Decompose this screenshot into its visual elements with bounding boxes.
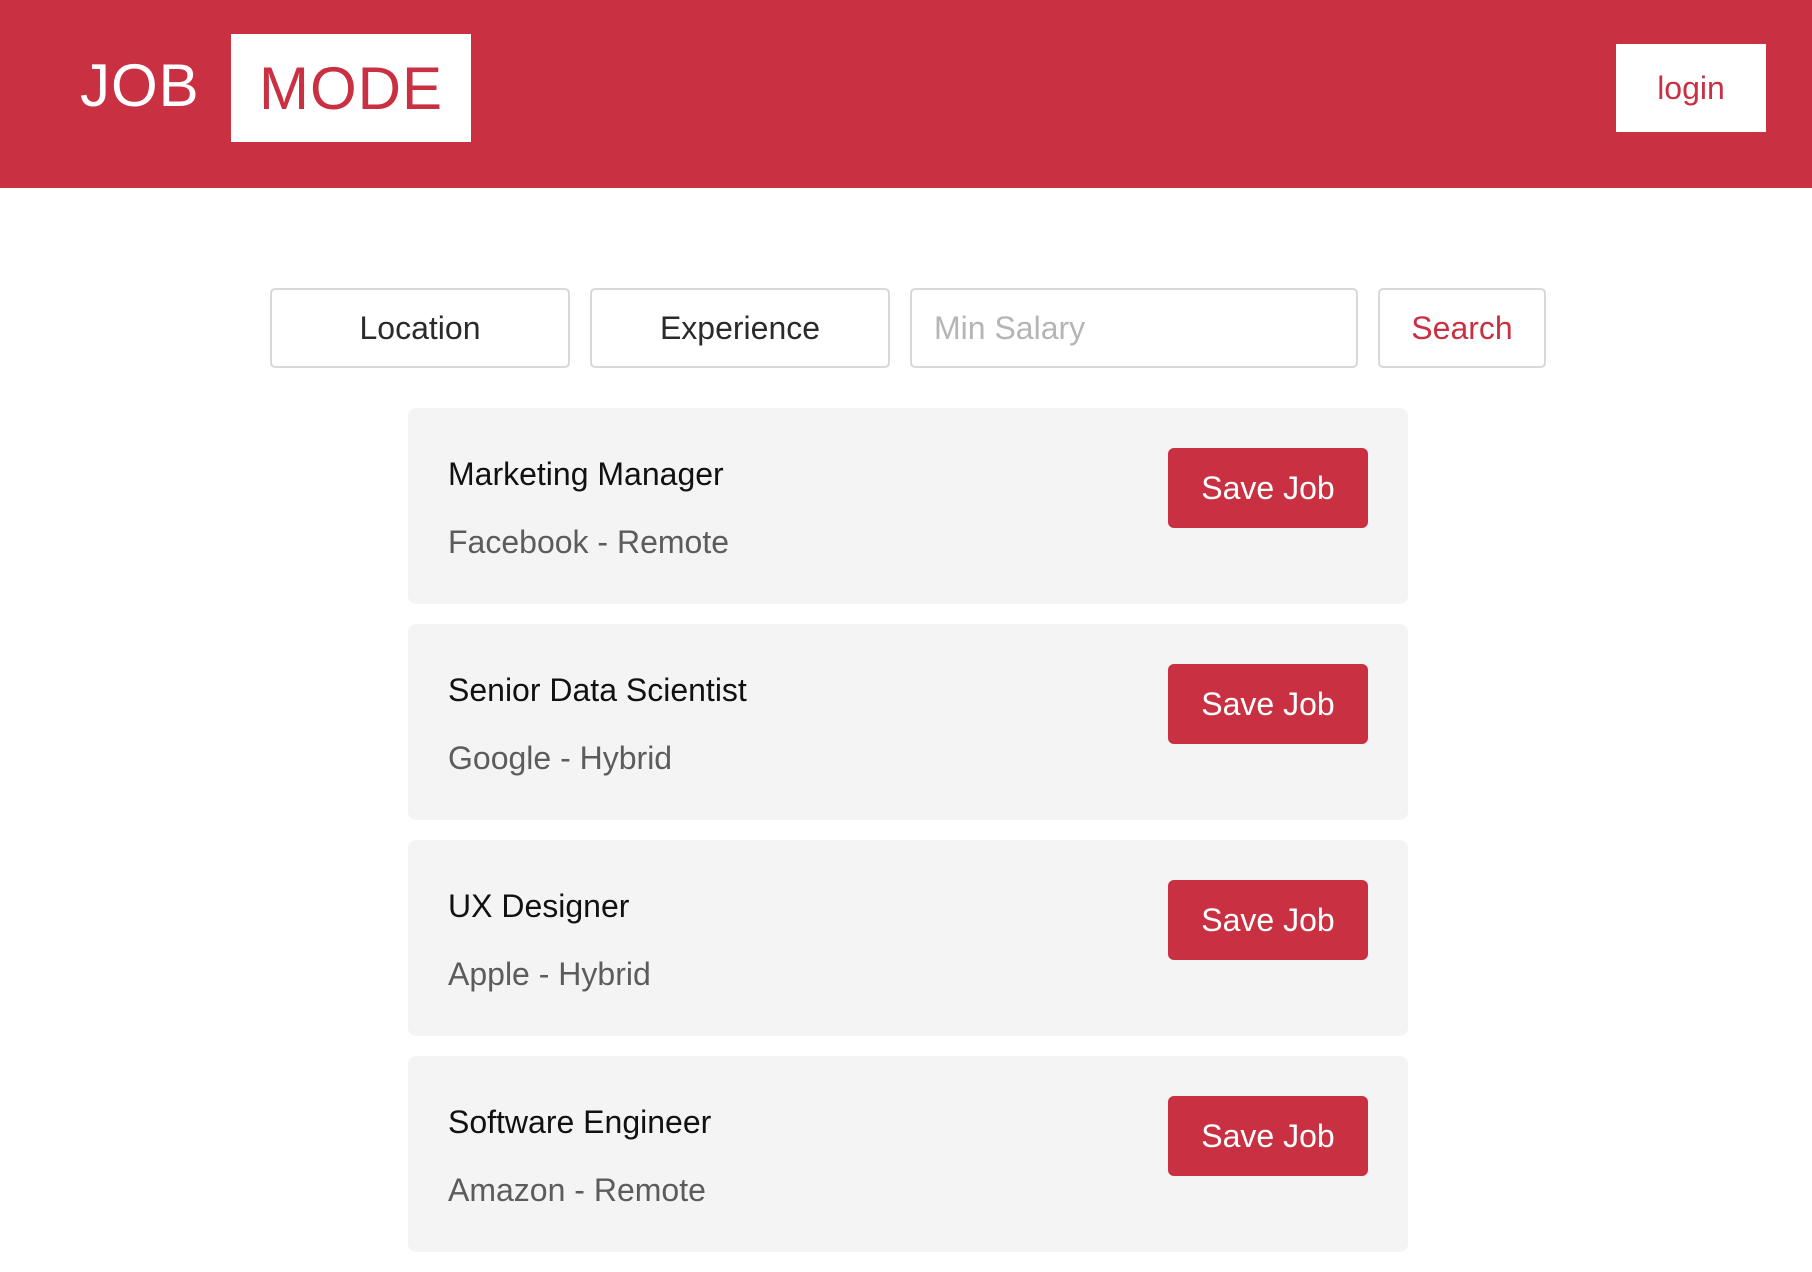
job-title: Software Engineer xyxy=(448,1104,712,1140)
job-card: Marketing Manager Facebook - Remote Save… xyxy=(408,408,1408,604)
site-header: JOB MODE login xyxy=(0,0,1812,188)
job-title: UX Designer xyxy=(448,888,630,924)
save-job-button[interactable]: Save Job xyxy=(1168,880,1368,960)
job-company-location: Google - Hybrid xyxy=(448,740,673,776)
job-list: Marketing Manager Facebook - Remote Save… xyxy=(408,408,1408,1272)
logo-job-text: JOB xyxy=(80,52,200,119)
job-title: Marketing Manager xyxy=(448,456,724,492)
job-company-location: Facebook - Remote xyxy=(448,524,730,560)
logo-mode-box: MODE xyxy=(231,34,471,142)
location-filter[interactable]: Location xyxy=(270,288,570,368)
job-card: Senior Data Scientist Google - Hybrid Sa… xyxy=(408,624,1408,820)
job-card: Software Engineer Amazon - Remote Save J… xyxy=(408,1056,1408,1252)
save-job-button[interactable]: Save Job xyxy=(1168,1096,1368,1176)
logo-mode-text: MODE xyxy=(259,54,443,122)
min-salary-input[interactable] xyxy=(910,288,1358,368)
experience-filter[interactable]: Experience xyxy=(590,288,890,368)
save-job-button[interactable]: Save Job xyxy=(1168,664,1368,744)
save-job-button[interactable]: Save Job xyxy=(1168,448,1368,528)
login-button[interactable]: login xyxy=(1616,44,1766,132)
job-card: UX Designer Apple - Hybrid Save Job xyxy=(408,840,1408,1036)
search-button[interactable]: Search xyxy=(1378,288,1546,368)
job-title: Senior Data Scientist xyxy=(448,672,747,708)
job-company-location: Apple - Hybrid xyxy=(448,956,651,992)
job-company-location: Amazon - Remote xyxy=(448,1172,706,1208)
